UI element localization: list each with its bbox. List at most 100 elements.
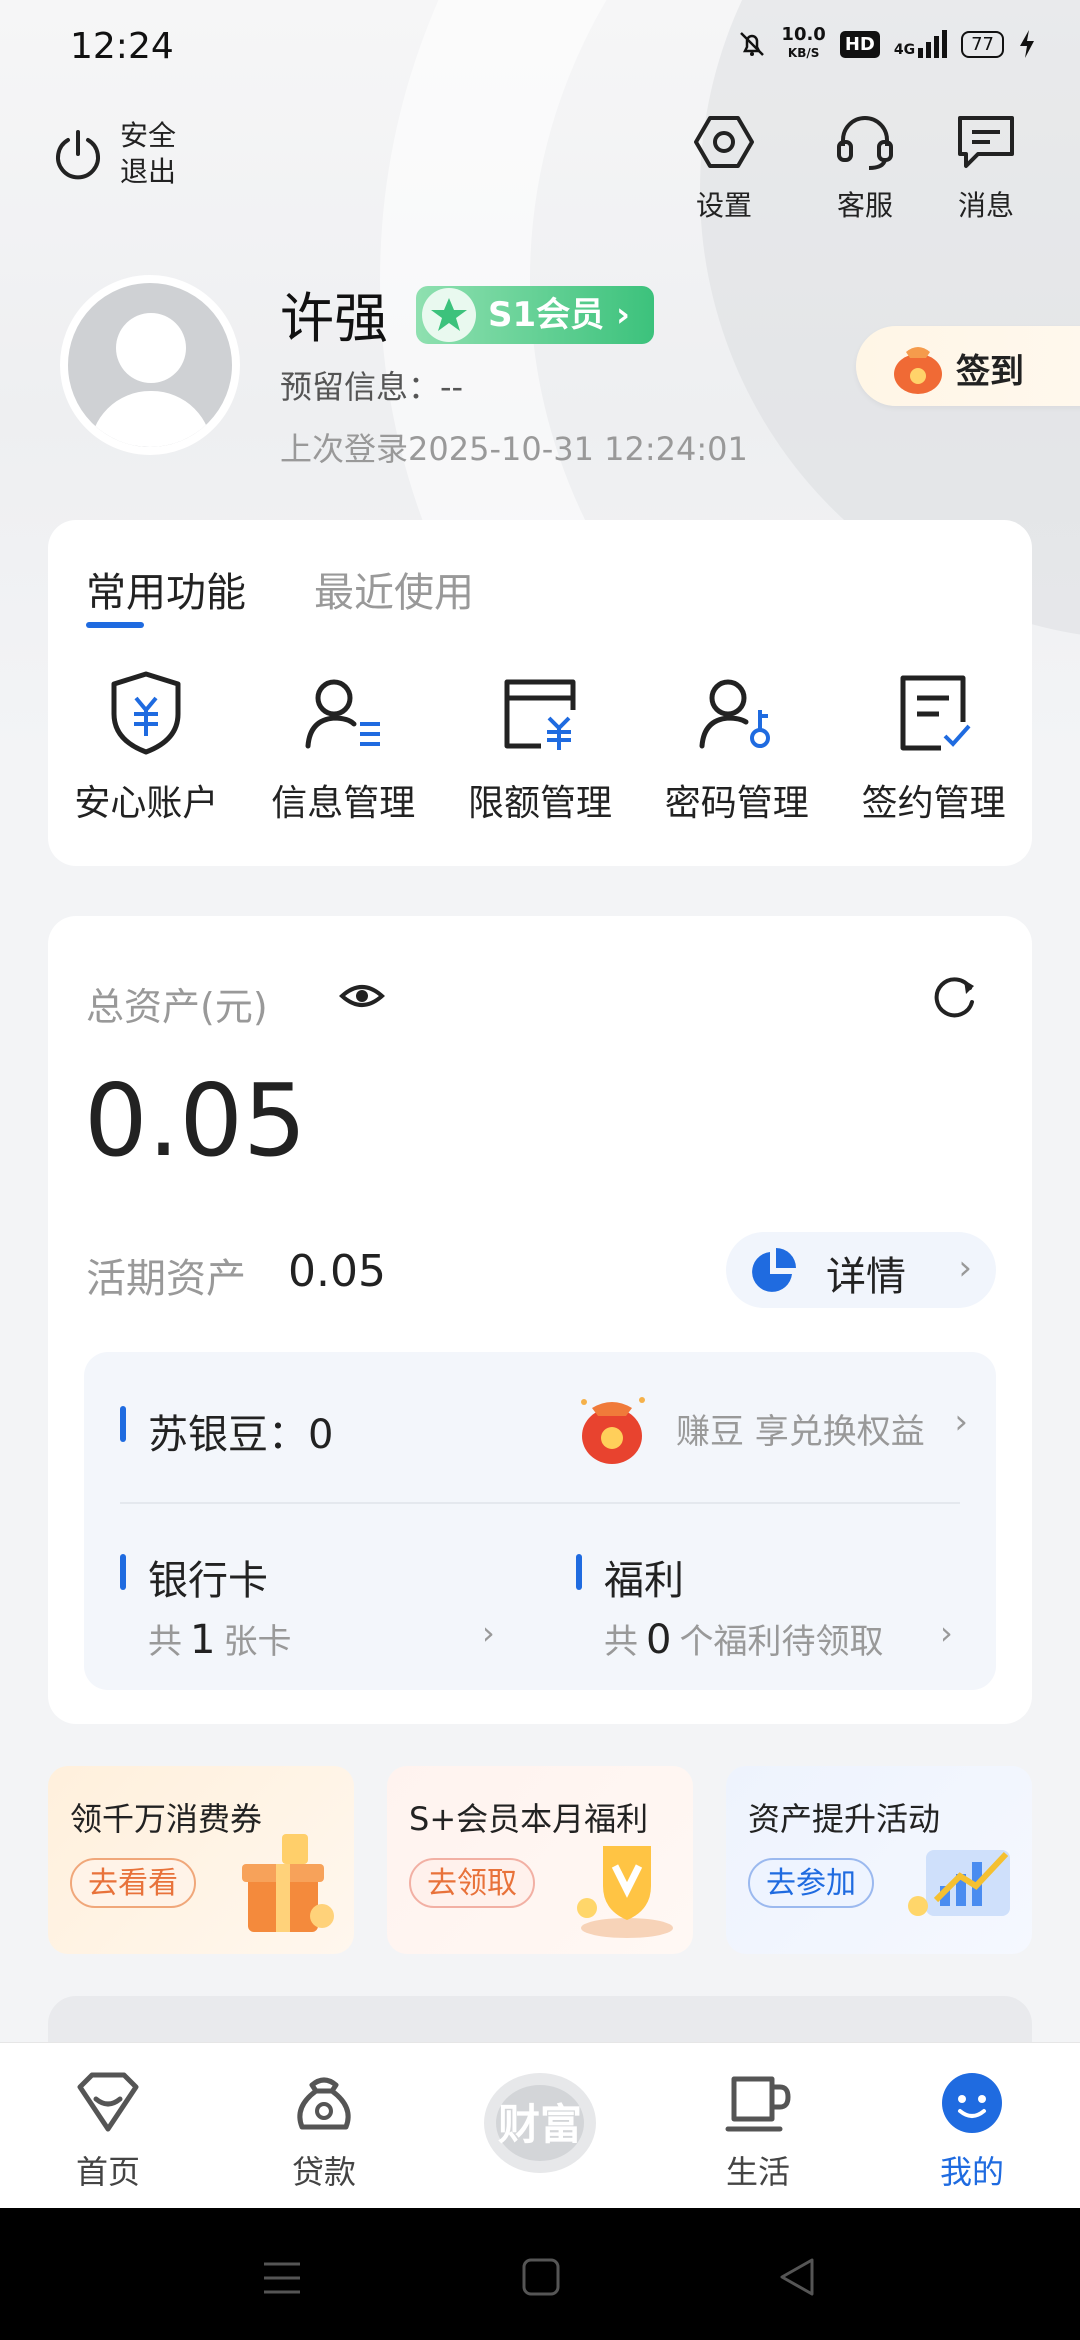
tab-mine[interactable]: 我的 [902, 2071, 1042, 2193]
earn-beans-link[interactable]: 赚豆 享兑换权益 › [564, 1382, 974, 1472]
status-bar: 12:24 10.0 KB/S HD 4G 77 [0, 0, 1080, 96]
star-icon [422, 288, 476, 342]
function-safe-account[interactable]: 安心账户 [48, 668, 245, 826]
signin-label: 签到 [956, 352, 1024, 392]
total-assets-value: 0.05 [84, 1062, 307, 1179]
back-icon[interactable] [776, 2256, 816, 2298]
mute-bell-icon [740, 32, 765, 56]
user-list-icon [305, 679, 381, 749]
function-label: 密码管理 [664, 783, 809, 824]
member-badge[interactable]: S1会员 › [416, 286, 655, 344]
function-limit-management[interactable]: 限额管理 [442, 668, 639, 826]
lucky-bag-icon [894, 347, 942, 394]
chevron-right-icon: › [616, 295, 631, 335]
home-square-icon[interactable] [522, 2258, 560, 2296]
chevron-right-icon: › [482, 1614, 495, 1652]
v-badge-icon [577, 1846, 673, 1938]
svg-text:财富: 财富 [498, 2100, 582, 2149]
growth-chart-icon [908, 1850, 1010, 1916]
member-level: S1会员 [488, 295, 605, 335]
total-assets-label: 总资产(元) [86, 985, 268, 1029]
assets-card: 总资产(元) 0.05 活期资产 0.05 详情 › 苏银豆：0 赚豆 享兑换权… [48, 916, 1032, 1724]
smile-icon [942, 2073, 1002, 2133]
pie-chart-icon [752, 1248, 796, 1292]
promo-button[interactable]: 去参加 [748, 1858, 874, 1908]
tab-wealth[interactable]: 财富 [470, 2061, 610, 2181]
messages-button[interactable]: 消息 [926, 110, 1046, 224]
tab-label: 首页 [75, 2153, 140, 2191]
earn-beans-label: 赚豆 享兑换权益 [676, 1412, 925, 1452]
avatar[interactable] [60, 275, 240, 455]
tab-life[interactable]: 生活 [688, 2071, 828, 2193]
details-button[interactable]: 详情 › [726, 1232, 996, 1308]
gift-box-icon [242, 1834, 334, 1932]
divider [120, 1502, 960, 1504]
customer-service-button[interactable]: 客服 [805, 110, 925, 224]
logout-label-line1: 安全 [120, 119, 177, 152]
refresh-icon[interactable] [930, 972, 980, 1022]
function-password-management[interactable]: 密码管理 [638, 668, 835, 826]
bottom-tab-bar: 首页 贷款 财富 生活 我的 [0, 2042, 1080, 2209]
beans-value: 0 [308, 1412, 334, 1458]
user-key-icon [699, 679, 770, 749]
function-label: 安心账户 [74, 783, 219, 824]
network-speed: 10.0 KB/S [781, 24, 826, 61]
document-check-icon [900, 675, 971, 751]
logout-label-line2: 退出 [120, 155, 177, 188]
status-time: 12:24 [70, 26, 174, 67]
promo-member-welfare[interactable]: S+会员本月福利 去领取 [387, 1766, 693, 1954]
tab-recently-used[interactable]: 最近使用 [314, 560, 474, 618]
welfare-count: 共 0 个福利待领取 [604, 1617, 884, 1663]
signal-icon: 4G [894, 30, 948, 58]
promo-asset-activity[interactable]: 资产提升活动 去参加 [726, 1766, 1032, 1954]
settings-button[interactable]: 设置 [664, 110, 784, 224]
money-bag-icon [297, 2077, 351, 2130]
current-assets-label: 活期资产 [86, 1256, 246, 1302]
logout-button[interactable]: 安全 退出 [50, 118, 176, 190]
bank-card-title: 银行卡 [148, 1558, 268, 1604]
function-contract-management[interactable]: 签约管理 [835, 668, 1032, 826]
system-nav-bar [0, 2208, 1080, 2340]
beans-label: 苏银豆： [148, 1412, 308, 1458]
accent-bar [120, 1554, 126, 1590]
message-icon [958, 116, 1014, 168]
function-label: 信息管理 [271, 783, 416, 824]
function-info-management[interactable]: 信息管理 [245, 668, 442, 826]
service-label: 客服 [836, 189, 893, 222]
tab-common-functions[interactable]: 常用功能 [86, 560, 246, 628]
current-assets-value: 0.05 [288, 1246, 386, 1297]
beans-balance: 苏银豆：0 [148, 1402, 333, 1460]
wealth-logo: 财富 [484, 2073, 596, 2173]
function-label: 限额管理 [467, 783, 612, 824]
charging-icon [1020, 30, 1034, 58]
details-label: 详情 [826, 1254, 906, 1300]
accent-bar [576, 1554, 582, 1590]
promo-button[interactable]: 去领取 [409, 1858, 535, 1908]
settings-hex-icon [694, 116, 754, 168]
menu-icon[interactable] [262, 2258, 302, 2298]
tab-label: 生活 [725, 2153, 790, 2191]
tab-home[interactable]: 首页 [38, 2071, 178, 2193]
headset-icon [837, 116, 893, 170]
reserved-info: 预留信息：-- [280, 368, 464, 406]
messages-label: 消息 [957, 189, 1014, 222]
cup-icon [725, 2076, 791, 2132]
eye-icon[interactable] [338, 972, 386, 1020]
settings-label: 设置 [695, 189, 752, 222]
benefits-panel: 苏银豆：0 赚豆 享兑换权益 › 银行卡 共 1 张卡 › 福利 共 0 个福利待领取 … [84, 1352, 996, 1690]
promo-button[interactable]: 去看看 [70, 1858, 196, 1908]
shield-yuan-icon [111, 671, 181, 755]
accent-bar [120, 1406, 126, 1442]
user-name: 许强 [280, 287, 388, 350]
power-icon [56, 130, 100, 180]
chevron-right-icon: › [954, 1402, 968, 1442]
tab-label: 贷款 [291, 2153, 356, 2191]
hd-badge: HD [839, 30, 880, 58]
red-bag-icon [581, 1397, 645, 1464]
chevron-right-icon: › [958, 1248, 972, 1288]
bank-card-count: 共 1 张卡 [148, 1617, 292, 1663]
chevron-right-icon: › [940, 1614, 953, 1652]
signin-button[interactable]: 签到 [856, 326, 1080, 406]
promo-consumer-coupon[interactable]: 领千万消费券 去看看 [48, 1766, 354, 1954]
tab-loans[interactable]: 贷款 [254, 2071, 394, 2193]
